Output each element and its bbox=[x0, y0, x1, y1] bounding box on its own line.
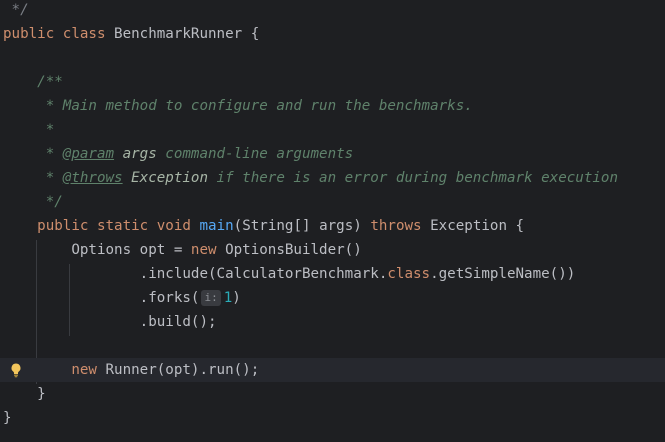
code-line[interactable]: .forks(i: 1) bbox=[0, 286, 665, 310]
code-token: Exception bbox=[131, 170, 209, 186]
parameter-hint: i: bbox=[201, 290, 221, 306]
code-line[interactable]: /** bbox=[0, 70, 665, 94]
code-token: Options opt = bbox=[3, 242, 191, 258]
code-token: @throws bbox=[62, 170, 123, 186]
code-token: BenchmarkRunner { bbox=[105, 26, 260, 42]
code-token: new bbox=[71, 362, 97, 378]
code-token: .forks( bbox=[3, 290, 200, 306]
code-token: if there is an error during benchmark ex… bbox=[208, 170, 619, 186]
code-token: */ bbox=[3, 194, 63, 210]
code-line-text[interactable]: * @throws Exception if there is an error… bbox=[3, 166, 618, 190]
code-line[interactable]: * Main method to configure and run the b… bbox=[0, 94, 665, 118]
code-line-text[interactable]: public static void main(String[] args) t… bbox=[3, 214, 524, 238]
code-line[interactable]: public class BenchmarkRunner { bbox=[0, 22, 665, 46]
code-line[interactable]: Options opt = new OptionsBuilder() bbox=[0, 238, 665, 262]
code-token: /** bbox=[37, 74, 63, 90]
code-token: .getSimpleName()) bbox=[430, 266, 576, 282]
code-token: class bbox=[387, 266, 431, 282]
code-line[interactable] bbox=[0, 334, 665, 358]
code-line[interactable]: } bbox=[0, 382, 665, 406]
code-line-text[interactable]: .build(); bbox=[3, 310, 217, 334]
code-token: */ bbox=[3, 2, 29, 18]
code-token: } bbox=[3, 386, 46, 402]
code-line-text[interactable]: new Runner(opt).run(); bbox=[3, 358, 259, 382]
code-token: * Main method to configure and run the b… bbox=[3, 98, 473, 114]
code-token: @param bbox=[62, 146, 115, 162]
code-line[interactable]: .build(); bbox=[0, 310, 665, 334]
code-token: new bbox=[190, 242, 217, 258]
code-token: (String[] args) bbox=[233, 218, 371, 234]
code-line-text[interactable]: } bbox=[3, 406, 12, 430]
code-line[interactable] bbox=[0, 46, 665, 70]
code-token: void bbox=[156, 218, 191, 234]
code-token: .include(CalculatorBenchmark. bbox=[3, 266, 388, 282]
code-token: class bbox=[62, 26, 106, 42]
code-line[interactable]: } bbox=[0, 406, 665, 430]
code-line[interactable]: new Runner(opt).run(); bbox=[0, 358, 665, 382]
code-token: args bbox=[122, 146, 157, 162]
code-token: public bbox=[37, 218, 89, 234]
code-line[interactable]: */ bbox=[0, 0, 665, 22]
code-token: } bbox=[3, 410, 12, 426]
code-line-text[interactable]: * @param args command-line arguments bbox=[3, 142, 354, 166]
code-token: * bbox=[3, 146, 63, 162]
code-line-text[interactable]: } bbox=[3, 382, 46, 406]
code-token: main bbox=[199, 218, 234, 234]
code-line-text[interactable]: */ bbox=[3, 190, 63, 214]
lightbulb-icon[interactable] bbox=[8, 362, 24, 378]
code-token: 1 bbox=[223, 290, 233, 306]
code-line-text[interactable]: .include(CalculatorBenchmark.class.getSi… bbox=[3, 262, 576, 286]
code-token: static bbox=[96, 218, 149, 234]
code-line-text[interactable]: * Main method to configure and run the b… bbox=[3, 94, 473, 118]
code-token: ) bbox=[232, 290, 241, 306]
code-line-text[interactable]: */ bbox=[3, 0, 29, 22]
code-token: public bbox=[3, 26, 55, 42]
code-line[interactable]: * @param args command-line arguments bbox=[0, 142, 665, 166]
code-editor[interactable]: */ public class BenchmarkRunner { /** * M… bbox=[0, 0, 665, 442]
code-line[interactable]: * @throws Exception if there is an error… bbox=[0, 166, 665, 190]
code-token: OptionsBuilder() bbox=[216, 242, 362, 258]
code-line[interactable]: .include(CalculatorBenchmark.class.getSi… bbox=[0, 262, 665, 286]
code-token: Runner(opt).run(); bbox=[96, 362, 260, 378]
code-line-text[interactable]: .forks(i: 1) bbox=[3, 286, 241, 310]
code-line[interactable]: * bbox=[0, 118, 665, 142]
code-token: * bbox=[3, 170, 63, 186]
code-line-text[interactable]: /** bbox=[3, 70, 63, 94]
code-line[interactable]: */ bbox=[0, 190, 665, 214]
code-token: throws bbox=[370, 218, 422, 234]
code-line-text[interactable]: Options opt = new OptionsBuilder() bbox=[3, 238, 362, 262]
code-line[interactable]: public static void main(String[] args) t… bbox=[0, 214, 665, 238]
code-token: Exception { bbox=[421, 218, 525, 234]
code-line-text[interactable]: * bbox=[3, 118, 55, 142]
code-token: * bbox=[3, 122, 55, 138]
code-token: command-line arguments bbox=[156, 146, 354, 162]
code-line-text[interactable]: public class BenchmarkRunner { bbox=[3, 22, 259, 46]
code-token: .build(); bbox=[3, 314, 217, 330]
